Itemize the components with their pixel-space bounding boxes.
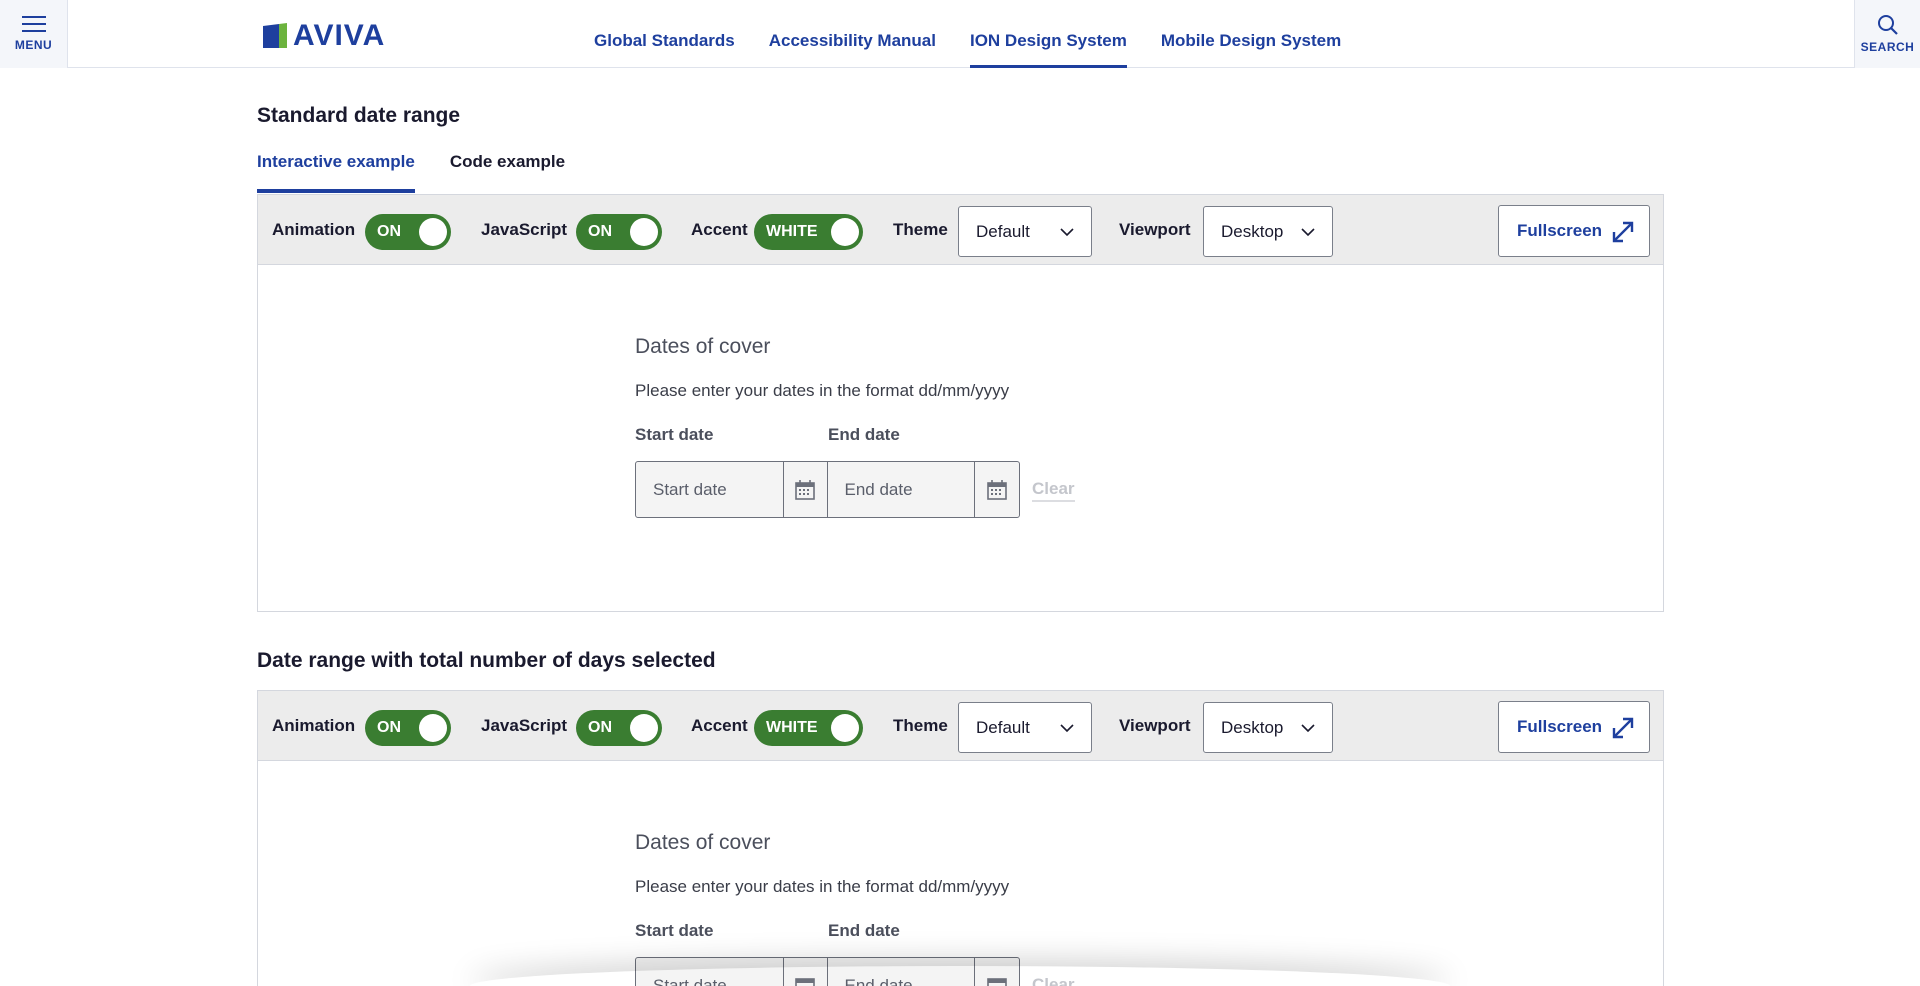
field-hint: Please enter your dates in the format dd… (635, 877, 1010, 896)
javascript-toggle[interactable]: ON (576, 710, 662, 746)
viewport-select-value: Desktop (1221, 222, 1284, 241)
section-title: Date range with total number of days sel… (257, 649, 716, 672)
accent-toggle-value: WHITE (766, 223, 818, 240)
animation-toggle-value: ON (377, 719, 401, 736)
theme-select-value: Default (976, 222, 1030, 241)
demo-toolbar: Animation ON JavaScript ON Accent WHITE … (258, 691, 1663, 761)
accent-toggle[interactable]: WHITE (754, 214, 863, 250)
chevron-down-icon (1301, 228, 1315, 237)
demo-panel: Animation ON JavaScript ON Accent WHITE … (257, 690, 1664, 986)
fieldset-legend: Dates of cover (635, 831, 771, 854)
toggle-knob (831, 714, 859, 742)
theme-select[interactable]: Default (958, 702, 1092, 753)
fullscreen-label: Fullscreen (1517, 221, 1603, 240)
search-button[interactable]: SEARCH (1854, 0, 1920, 68)
viewport-select[interactable]: Desktop (1203, 206, 1333, 257)
toggle-knob (419, 218, 447, 246)
fullscreen-button[interactable]: Fullscreen (1498, 701, 1650, 753)
menu-label: MENU (14, 38, 53, 52)
logo-mark-icon (263, 23, 287, 48)
toggle-knob (831, 218, 859, 246)
example-tabs: Interactive example Code example (257, 150, 600, 193)
chevron-down-icon (1060, 724, 1074, 733)
end-date-label: End date (828, 425, 900, 444)
main-nav: Global Standards Accessibility Manual IO… (594, 0, 1375, 68)
calendar-icon (795, 479, 815, 500)
start-date-label: Start date (635, 425, 714, 444)
accent-label: Accent (691, 716, 748, 735)
fullscreen-label: Fullscreen (1517, 717, 1603, 736)
toggle-knob (419, 714, 447, 742)
nav-ion-design-system[interactable]: ION Design System (969, 0, 1127, 68)
hamburger-icon (21, 16, 46, 32)
tab-interactive-example[interactable]: Interactive example (257, 150, 415, 193)
nav-accessibility-manual[interactable]: Accessibility Manual (769, 0, 936, 68)
demo-panel: Animation ON JavaScript ON Accent WHITE … (257, 194, 1664, 612)
field-hint: Please enter your dates in the format dd… (635, 381, 1010, 400)
theme-label: Theme (893, 220, 948, 239)
nav-mobile-design-system[interactable]: Mobile Design System (1161, 0, 1341, 68)
animation-toggle-value: ON (377, 223, 401, 240)
fullscreen-button[interactable]: Fullscreen (1498, 205, 1650, 257)
animation-toggle[interactable]: ON (365, 710, 451, 746)
javascript-label: JavaScript (481, 220, 567, 239)
demo-toolbar: Animation ON JavaScript ON Accent WHITE … (258, 195, 1663, 265)
theme-select[interactable]: Default (958, 206, 1092, 257)
chevron-down-icon (1060, 228, 1074, 237)
section-title: Standard date range (257, 104, 461, 127)
theme-select-value: Default (976, 718, 1030, 737)
javascript-toggle-value: ON (588, 719, 612, 736)
tab-code-example[interactable]: Code example (450, 150, 565, 193)
magnifier-icon (1877, 15, 1898, 35)
date-range-input: Start date End date (635, 461, 1020, 518)
fieldset-legend: Dates of cover (635, 335, 771, 358)
toggle-knob (630, 714, 658, 742)
search-label: SEARCH (1860, 40, 1915, 54)
expand-arrows-icon (1612, 717, 1634, 739)
chevron-down-icon (1301, 724, 1315, 733)
nav-global-standards[interactable]: Global Standards (594, 0, 735, 68)
logo-text: AVIVA (293, 19, 386, 52)
animation-toggle[interactable]: ON (365, 214, 451, 250)
end-date-label: End date (828, 921, 900, 940)
clear-button[interactable]: Clear (1032, 478, 1075, 502)
aviva-logo[interactable]: AVIVA (261, 19, 386, 52)
javascript-toggle-value: ON (588, 223, 612, 240)
viewport-label: Viewport (1119, 716, 1191, 735)
accent-label: Accent (691, 220, 748, 239)
animation-label: Animation (272, 220, 356, 239)
demo-stage: Dates of cover Please enter your dates i… (258, 761, 1663, 986)
demo-stage: Dates of cover Please enter your dates i… (258, 265, 1663, 611)
javascript-label: JavaScript (481, 716, 567, 735)
start-date-calendar-button[interactable] (784, 462, 828, 517)
site-header: MENU AVIVA Global Standards Accessibilit… (0, 0, 1920, 68)
theme-label: Theme (893, 716, 948, 735)
expand-arrows-icon (1612, 221, 1634, 243)
end-date-input[interactable]: End date (828, 462, 976, 517)
calendar-icon (987, 479, 1007, 500)
start-date-input[interactable]: Start date (636, 462, 784, 517)
viewport-select[interactable]: Desktop (1203, 702, 1333, 753)
viewport-select-value: Desktop (1221, 718, 1284, 737)
start-date-label: Start date (635, 921, 714, 940)
toggle-knob (630, 218, 658, 246)
accent-toggle[interactable]: WHITE (754, 710, 863, 746)
menu-button[interactable]: MENU (0, 0, 68, 68)
animation-label: Animation (272, 716, 356, 735)
end-date-calendar-button[interactable] (975, 462, 1019, 517)
accent-toggle-value: WHITE (766, 719, 818, 736)
viewport-label: Viewport (1119, 220, 1191, 239)
javascript-toggle[interactable]: ON (576, 214, 662, 250)
